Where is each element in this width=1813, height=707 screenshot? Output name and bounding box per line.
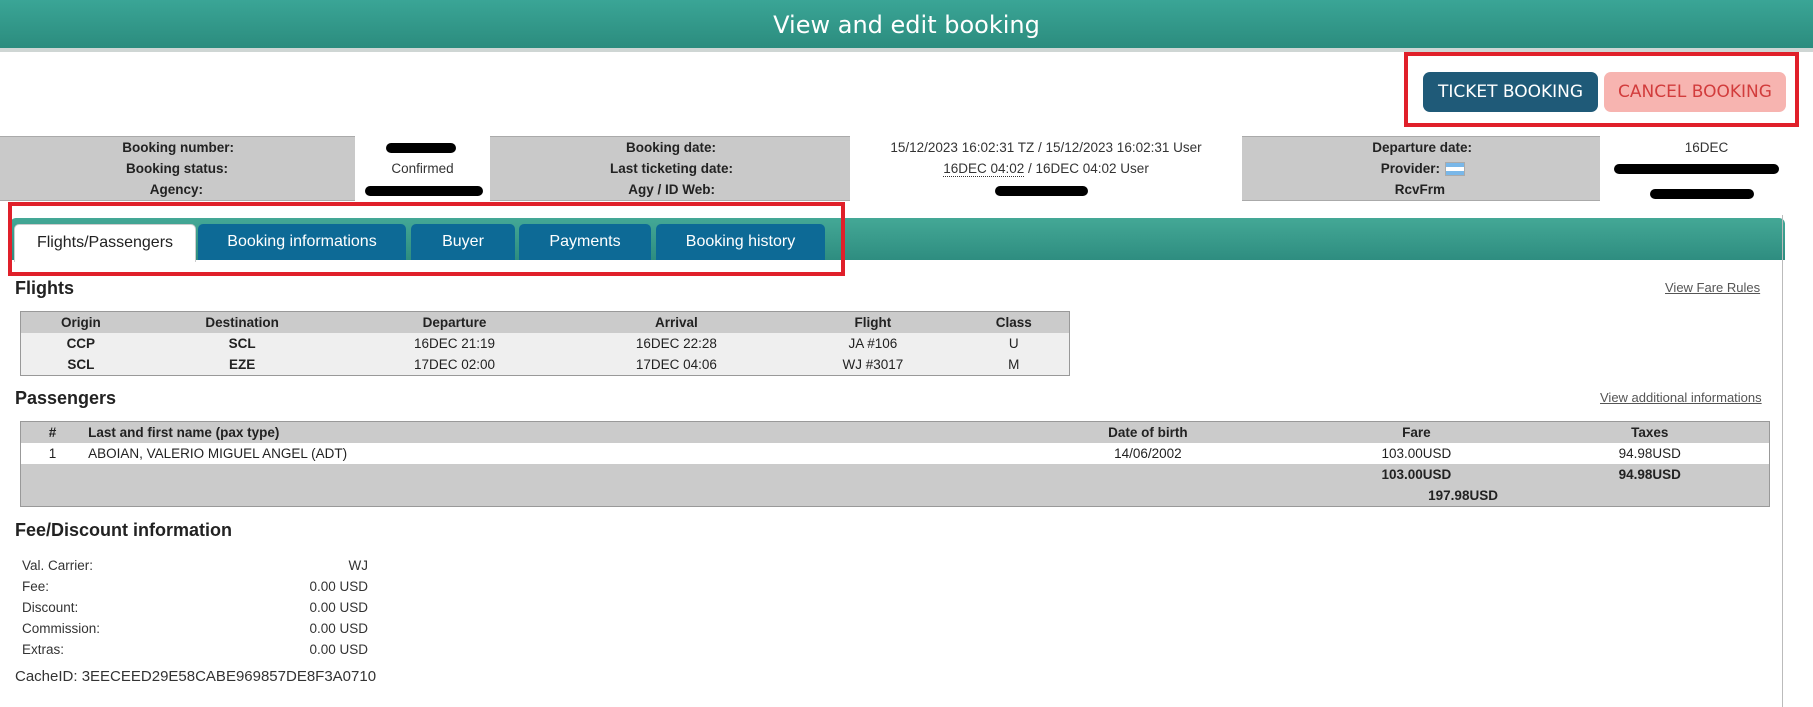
cancel-booking-button[interactable]: CANCEL BOOKING (1604, 72, 1786, 112)
passengers-title: Passengers (15, 388, 117, 408)
fee-label-extras: Extras: (22, 642, 65, 657)
page-title: View and edit booking (0, 0, 1813, 50)
redacted-agency (365, 186, 483, 196)
passengers-header-row: # Last and first name (pax type) Date of… (20, 421, 1770, 443)
booking-number-label: Booking number: (122, 140, 234, 155)
arrival-cell: 16DEC 22:28 (635, 336, 717, 351)
fee-label-commission: Commission: (22, 621, 101, 636)
departure-cell: 16DEC 21:19 (414, 336, 496, 351)
last-ticketing-label: Last ticketing date: (609, 161, 733, 176)
col-origin: Origin (20, 311, 141, 333)
agy-id-web-label: Agy / ID Web: (628, 182, 715, 197)
class-cell: U (1008, 336, 1019, 351)
booking-date-value: 15/12/2023 16:02:31 TZ / 15/12/2023 16:0… (890, 140, 1202, 155)
redacted-agy-id (995, 186, 1088, 196)
col-name: Last and first name (pax type) (84, 421, 994, 443)
total-taxes: 94.98USD (1618, 467, 1681, 482)
origin-cell: SCL (67, 357, 95, 372)
grand-total: 197.98USD (1428, 488, 1498, 503)
fee-value-carrier: WJ (348, 558, 369, 573)
class-cell: M (1008, 357, 1020, 372)
content-border (1782, 215, 1783, 707)
pax-number-cell: 1 (48, 446, 57, 461)
table-row: 1 ABOIAN, VALERIO MIGUEL ANGEL (ADT) 14/… (20, 443, 1770, 464)
col-number: # (20, 421, 85, 443)
redacted-booking-number (386, 143, 456, 153)
redacted-rcvfrm (1650, 189, 1754, 199)
fee-label-fee: Fee: (22, 579, 50, 594)
origin-cell: CCP (66, 336, 96, 351)
grand-total-row: 197.98USD (20, 485, 1770, 507)
table-row: SCL EZE 17DEC 02:00 17DEC 04:06 WJ #3017… (20, 354, 1070, 376)
col-departure: Departure (343, 311, 566, 333)
col-arrival: Arrival (565, 311, 788, 333)
last-ticketing-user: / 16DEC 04:02 User (1024, 161, 1149, 176)
flights-header-row: Origin Destination Departure Arrival Fli… (20, 311, 1070, 333)
col-dob: Date of birth (993, 421, 1303, 443)
pax-taxes-cell: 94.98USD (1618, 446, 1681, 461)
ticket-booking-button[interactable]: TICKET BOOKING (1423, 72, 1598, 112)
flight-cell: WJ #3017 (842, 357, 904, 372)
arrival-cell: 17DEC 04:06 (635, 357, 717, 372)
total-fare: 103.00USD (1381, 467, 1452, 482)
fee-label-discount: Discount: (22, 600, 79, 615)
last-ticketing-value: 16DEC 04:02 / 16DEC 04:02 User (850, 161, 1242, 177)
flight-cell: JA #106 (848, 336, 898, 351)
redacted-provider (1614, 164, 1779, 174)
fee-value-extras: 0.00 USD (309, 642, 368, 657)
provider-label: Provider: (1380, 161, 1440, 176)
destination-cell: EZE (229, 357, 256, 372)
col-taxes: Taxes (1530, 421, 1770, 443)
rcvfrm-label: RcvFrm (1394, 182, 1445, 197)
booking-status-value: Confirmed (391, 161, 454, 176)
totals-row: 103.00USD 94.98USD (20, 464, 1770, 485)
view-additional-info-link[interactable]: View additional informations (1600, 390, 1762, 405)
view-fare-rules-link[interactable]: View Fare Rules (1665, 280, 1760, 295)
flights-title: Flights (15, 278, 74, 298)
fee-value-fee: 0.00 USD (309, 579, 368, 594)
booking-status-label: Booking status: (125, 161, 228, 176)
departure-date-value: 16DEC (1684, 140, 1729, 155)
table-row: CCP SCL 16DEC 21:19 16DEC 22:28 JA #106 … (20, 333, 1070, 354)
fee-value-commission: 0.00 USD (309, 621, 368, 636)
flights-table: Origin Destination Departure Arrival Fli… (20, 311, 1070, 376)
col-flight: Flight (787, 311, 959, 333)
last-ticketing-tz: 16DEC 04:02 (943, 161, 1025, 177)
fees-title: Fee/Discount information (15, 520, 233, 540)
col-destination: Destination (140, 311, 344, 333)
tabs-highlight (8, 202, 845, 276)
fee-value-discount: 0.00 USD (309, 600, 368, 615)
pax-dob-cell: 14/06/2002 (1114, 446, 1182, 461)
agency-label: Agency: (149, 182, 203, 197)
destination-cell: SCL (228, 336, 256, 351)
col-fare: Fare (1302, 421, 1531, 443)
col-class: Class (958, 311, 1070, 333)
cache-id: CacheID: 3EECEED29E58CABE969857DE8F3A071… (15, 668, 377, 685)
pax-fare-cell: 103.00USD (1381, 446, 1452, 461)
pax-name-cell: ABOIAN, VALERIO MIGUEL ANGEL (ADT) (88, 446, 348, 461)
booking-date-label: Booking date: (626, 140, 716, 155)
passengers-table: # Last and first name (pax type) Date of… (20, 421, 1770, 507)
fee-label-carrier: Val. Carrier: (22, 558, 94, 573)
departure-date-label: Departure date: (1372, 140, 1472, 155)
argentina-flag-icon (1445, 162, 1465, 176)
departure-cell: 17DEC 02:00 (414, 357, 496, 372)
